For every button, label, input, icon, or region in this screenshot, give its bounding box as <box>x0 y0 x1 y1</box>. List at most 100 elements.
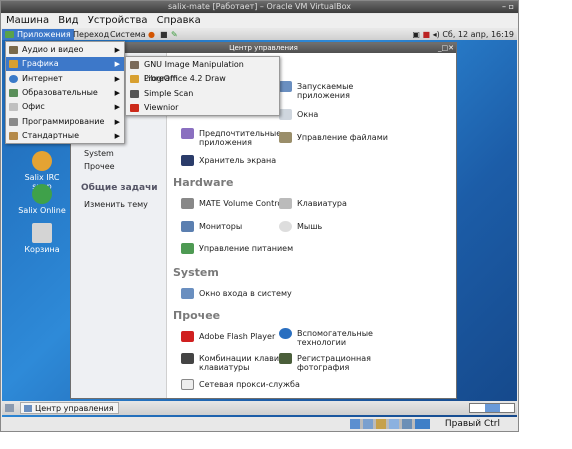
system-menu[interactable]: Система <box>110 29 146 40</box>
trash-icon <box>32 223 52 243</box>
virtualbox-window: salix-mate [Работает] – Oracle VM Virtua… <box>0 0 519 432</box>
editor-launcher-icon[interactable]: ✎ <box>171 29 178 40</box>
host-key-label: Правый Ctrl <box>444 419 500 429</box>
guest-screen: Приложения Переход Система ● ■ ✎ ▣ ■ ◂) … <box>2 29 517 417</box>
accessories-icon <box>9 132 18 140</box>
power-management-item[interactable]: Управление питанием <box>181 243 293 254</box>
section-system: System <box>173 266 219 279</box>
taskbar-control-center[interactable]: Центр управления <box>20 402 119 414</box>
startup-apps-item[interactable]: Запускаемые приложения <box>279 81 387 100</box>
workspace-switcher[interactable] <box>469 403 515 413</box>
flag-icon[interactable]: ■ <box>423 30 431 39</box>
keyboard-item[interactable]: Клавиатура <box>279 198 347 209</box>
chevron-right-icon: ▶ <box>114 132 120 140</box>
mouse-icon <box>279 221 292 232</box>
speaker-icon <box>181 198 194 209</box>
screensaver-item[interactable]: Хранитель экрана <box>181 155 276 166</box>
chevron-right-icon: ▶ <box>114 75 120 83</box>
audio-video-icon <box>9 46 18 54</box>
host-menubar: Машина Вид Устройства Справка <box>1 14 518 28</box>
scanner-icon <box>130 90 139 98</box>
monitors-item[interactable]: Мониторы <box>181 221 242 232</box>
graphics-submenu: GNU Image Manipulation Program LibreOffi… <box>125 56 280 116</box>
programming-icon <box>9 118 18 126</box>
desktop-icon-online[interactable]: Salix Online <box>14 184 70 215</box>
clock[interactable]: Сб, 12 апр, 16:19 <box>442 30 514 39</box>
menu-audio-video[interactable]: Аудио и видео ▶ <box>6 43 124 57</box>
window-title: salix-mate [Работает] – Oracle VM Virtua… <box>168 2 351 11</box>
menu-view[interactable]: Вид <box>58 15 78 26</box>
device-indicators[interactable] <box>350 419 430 429</box>
sidebar-tasks-header: Общие задачи <box>81 183 158 193</box>
network-proxy-item[interactable]: Сетевая прокси-служба <box>181 379 300 390</box>
menu-accessories[interactable]: Стандартные ▶ <box>6 129 124 143</box>
volume-control-item[interactable]: MATE Volume Control <box>181 198 284 209</box>
photo-icon <box>279 353 292 364</box>
chevron-right-icon: ▶ <box>114 46 120 54</box>
flash-icon <box>181 331 194 342</box>
flash-player-item[interactable]: Adobe Flash Player <box>181 331 275 342</box>
menu-devices[interactable]: Устройства <box>88 15 148 26</box>
firefox-launcher-icon[interactable]: ● <box>148 29 155 40</box>
submenu-gimp[interactable]: GNU Image Manipulation Program <box>126 58 279 83</box>
applications-icon <box>5 31 14 38</box>
control-center-titlebar[interactable]: Центр управления _□✕ <box>71 43 456 53</box>
menu-graphics[interactable]: Графика ▶ <box>6 57 124 71</box>
shortcuts-icon <box>181 353 194 364</box>
window-titlebar: salix-mate [Работает] – Oracle VM Virtua… <box>1 1 518 13</box>
places-menu[interactable]: Переход <box>73 29 109 40</box>
terminal-launcher-icon[interactable]: ■ <box>160 29 168 40</box>
globe-icon <box>32 184 52 204</box>
menu-help[interactable]: Справка <box>157 15 201 26</box>
preferred-apps-icon <box>181 128 194 139</box>
applications-menu-button[interactable]: Приложения <box>2 29 74 40</box>
office-icon <box>9 103 18 111</box>
screensaver-icon <box>181 155 194 166</box>
control-center-controls[interactable]: _□✕ <box>438 43 454 53</box>
internet-icon <box>9 75 18 83</box>
submenu-viewnior[interactable]: Viewnior <box>126 101 279 115</box>
system-tray: ▣ ■ ◂) Сб, 12 апр, 16:19 <box>412 29 514 40</box>
network-icon[interactable]: ▣ <box>412 30 420 39</box>
submenu-simple-scan[interactable]: Simple Scan <box>126 87 279 101</box>
desktop-icon-trash[interactable]: Корзина <box>14 223 70 254</box>
login-window-icon <box>181 288 194 299</box>
section-hardware: Hardware <box>173 176 234 189</box>
sidebar-group-system[interactable]: System <box>84 149 114 158</box>
volume-icon[interactable]: ◂) <box>433 30 440 39</box>
accessibility-item[interactable]: Вспомогательные технологии <box>279 328 392 347</box>
chevron-right-icon: ▶ <box>114 118 120 126</box>
chevron-right-icon: ▶ <box>114 103 120 111</box>
menu-education[interactable]: Образовательные ▶ <box>6 86 124 100</box>
submenu-libreoffice-draw[interactable]: LibreOffice 4.2 Draw <box>126 72 279 86</box>
window-controls[interactable]: – ▫ <box>502 1 514 13</box>
show-desktop-icon[interactable] <box>5 404 14 412</box>
about-me-item[interactable]: Регистрационная фотография <box>279 353 392 372</box>
windows-icon <box>279 109 292 120</box>
graphics-icon <box>9 60 18 68</box>
menu-programming[interactable]: Программирование ▶ <box>6 115 124 129</box>
mouse-item[interactable]: Мышь <box>279 221 322 232</box>
startup-apps-icon <box>279 81 292 92</box>
applications-dropdown: Аудио и видео ▶ Графика ▶ Интернет ▶ Образо… <box>5 41 125 144</box>
menu-office[interactable]: Офис ▶ <box>6 100 124 114</box>
file-management-icon <box>279 132 292 143</box>
top-panel: Приложения Переход Система ● ■ ✎ ▣ ■ ◂) … <box>2 29 517 40</box>
menu-internet[interactable]: Интернет ▶ <box>6 72 124 86</box>
power-icon <box>181 243 194 254</box>
control-center-title: Центр управления <box>229 44 298 52</box>
chevron-right-icon: ▶ <box>114 60 120 68</box>
preferred-apps-item[interactable]: Предпочтительные приложения <box>181 128 289 147</box>
change-theme-link[interactable]: Изменить тему <box>84 200 148 209</box>
keyboard-icon <box>279 198 292 209</box>
education-icon <box>9 89 18 97</box>
sidebar-group-other[interactable]: Прочее <box>84 162 115 171</box>
file-management-item[interactable]: Управление файлами <box>279 132 388 143</box>
control-center-icon <box>24 405 32 412</box>
windows-item[interactable]: Окна <box>279 109 318 120</box>
login-window-item[interactable]: Окно входа в систему <box>181 288 292 299</box>
section-other: Прочее <box>173 309 221 322</box>
menu-machine[interactable]: Машина <box>6 15 49 26</box>
chevron-right-icon: ▶ <box>114 89 120 97</box>
bottom-panel: Центр управления <box>2 401 517 415</box>
